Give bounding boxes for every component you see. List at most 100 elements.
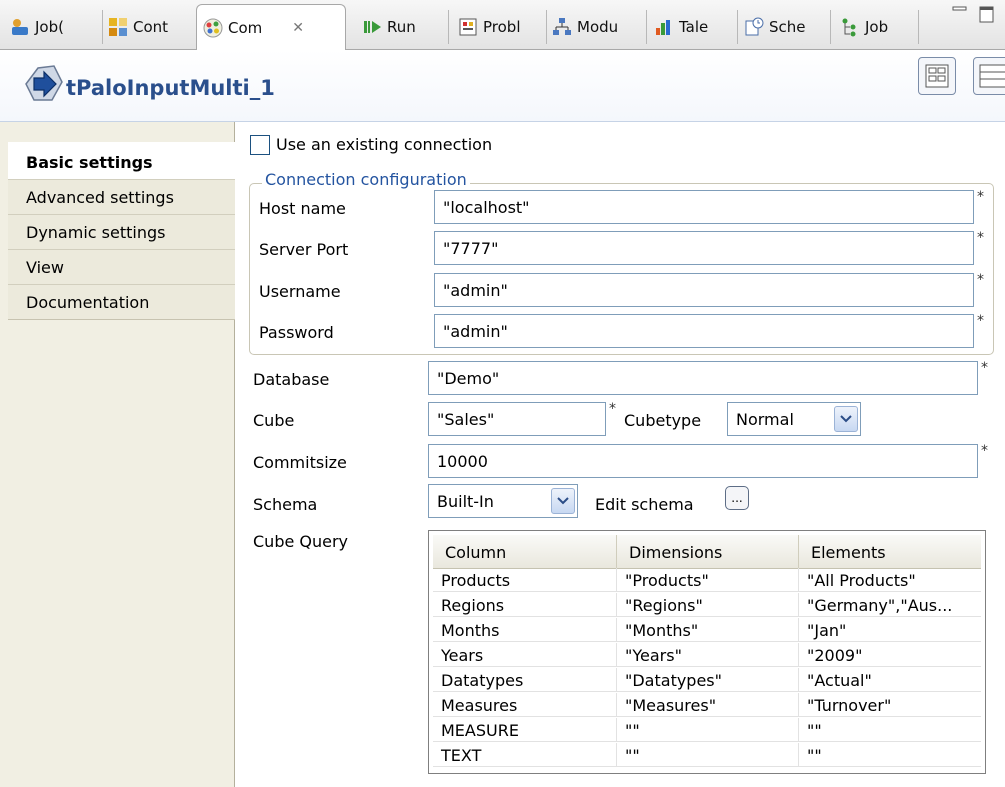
cell-column[interactable]: Regions [433, 593, 617, 617]
tab-scheduler[interactable]: Sche [744, 8, 806, 46]
contexts-icon [108, 17, 128, 37]
server-port-field[interactable]: "7777" [434, 231, 974, 265]
table-row[interactable]: MEASURE "" "" [433, 718, 981, 742]
tab-problems[interactable]: Probl [458, 8, 521, 46]
cell-column[interactable]: TEXT [433, 743, 617, 767]
tab-label: Cont [133, 18, 169, 36]
component-header: tPaloInputMulti_1 [0, 50, 1005, 122]
required-marker: * [609, 401, 616, 417]
cell-dimension[interactable]: "" [617, 743, 799, 767]
table-row[interactable]: Months "Months" "Jan" [433, 618, 981, 642]
edit-schema-button[interactable]: ... [725, 486, 749, 510]
cell-column[interactable]: Datatypes [433, 668, 617, 692]
cell-column[interactable]: MEASURE [433, 718, 617, 742]
cube-field[interactable]: "Sales" [428, 402, 606, 436]
cell-column[interactable]: Months [433, 618, 617, 642]
cell-dimension[interactable]: "Products" [617, 568, 799, 592]
cell-column[interactable]: Measures [433, 693, 617, 717]
cell-dimension[interactable]: "Measures" [617, 693, 799, 717]
password-label: Password [259, 323, 334, 342]
cell-column[interactable]: Products [433, 568, 617, 592]
schema-value: Built-In [437, 491, 494, 511]
cell-elements[interactable]: "2009" [799, 643, 981, 667]
nav-view[interactable]: View [8, 249, 235, 285]
cell-elements[interactable]: "All Products" [799, 568, 981, 592]
cell-elements[interactable]: "Jan" [799, 618, 981, 642]
nav-advanced-settings[interactable]: Advanced settings [8, 179, 235, 215]
password-field[interactable]: "admin" [434, 314, 974, 348]
nav-documentation[interactable]: Documentation [8, 284, 235, 320]
maximize-icon[interactable] [979, 6, 995, 28]
table-row[interactable]: Regions "Regions" "Germany","Aus... [433, 593, 981, 617]
settings-nav: Basic settings Advanced settings Dynamic… [0, 122, 235, 787]
cell-elements[interactable]: "Turnover" [799, 693, 981, 717]
required-marker: * [977, 189, 984, 205]
cell-dimension[interactable]: "Regions" [617, 593, 799, 617]
table-header: Column Dimensions Elements [433, 535, 981, 569]
cubetype-select[interactable]: Normal [727, 402, 861, 436]
column-header[interactable]: Column [433, 535, 617, 569]
cell-elements[interactable]: "Actual" [799, 668, 981, 692]
cell-dimension[interactable]: "Years" [617, 643, 799, 667]
schema-select[interactable]: Built-In [428, 484, 578, 518]
tab-talend[interactable]: Tale [654, 8, 708, 46]
nav-dynamic-settings[interactable]: Dynamic settings [8, 214, 235, 250]
chevron-down-icon[interactable] [551, 488, 575, 514]
tab-job-hierarchy[interactable]: Job [840, 8, 888, 46]
cell-elements[interactable]: "Germany","Aus... [799, 593, 981, 617]
database-label: Database [253, 370, 330, 389]
table-row[interactable]: Products "Products" "All Products" [433, 568, 981, 592]
required-marker: * [977, 230, 984, 246]
layout-rows-button[interactable] [973, 57, 1005, 95]
required-marker: * [981, 360, 988, 376]
table-row[interactable]: TEXT "" "" [433, 743, 981, 767]
talend-icon [654, 17, 674, 37]
schema-label: Schema [253, 495, 318, 514]
cell-column[interactable]: Years [433, 643, 617, 667]
scheduler-icon [744, 17, 764, 37]
cell-dimension[interactable]: "Months" [617, 618, 799, 642]
tab-divider [737, 10, 738, 44]
commitsize-label: Commitsize [253, 453, 347, 472]
tab-modules[interactable]: Modu [552, 8, 618, 46]
cell-elements[interactable]: "" [799, 718, 981, 742]
nav-basic-settings[interactable]: Basic settings [8, 142, 235, 182]
tab-component[interactable]: Com ✕ [196, 4, 346, 51]
tab-contexts[interactable]: Cont [108, 8, 168, 46]
close-icon[interactable]: ✕ [292, 20, 304, 36]
tab-job[interactable]: Job( [10, 8, 64, 46]
tab-divider [102, 10, 103, 44]
cube-query-table[interactable]: Column Dimensions Elements Products "Pro… [428, 530, 986, 774]
connection-configuration-legend: Connection configuration [262, 170, 470, 189]
table-row[interactable]: Years "Years" "2009" [433, 643, 981, 667]
cell-dimension[interactable]: "" [617, 718, 799, 742]
cubetype-label: Cubetype [624, 411, 702, 430]
commitsize-field[interactable]: 10000 [428, 444, 978, 478]
table-row[interactable]: Datatypes "Datatypes" "Actual" [433, 668, 981, 692]
table-row[interactable]: Measures "Measures" "Turnover" [433, 693, 981, 717]
minimize-icon[interactable] [952, 6, 968, 22]
database-field[interactable]: "Demo" [428, 361, 978, 395]
username-label: Username [259, 282, 341, 301]
server-port-label: Server Port [259, 240, 349, 259]
column-header[interactable]: Dimensions [617, 535, 799, 569]
host-name-field[interactable]: "localhost" [434, 190, 974, 224]
component-title: tPaloInputMulti_1 [66, 76, 275, 100]
component-icon [203, 18, 223, 38]
username-field[interactable]: "admin" [434, 273, 974, 307]
cubetype-value: Normal [736, 409, 794, 429]
cell-dimension[interactable]: "Datatypes" [617, 668, 799, 692]
cube-query-label: Cube Query [253, 532, 349, 551]
edit-schema-label: Edit schema [595, 495, 694, 514]
tab-label: Job( [35, 18, 64, 36]
palo-input-component-icon [22, 62, 66, 110]
cell-elements[interactable]: "" [799, 743, 981, 767]
tab-divider [830, 10, 831, 44]
chevron-down-icon[interactable] [834, 406, 858, 432]
use-existing-connection-checkbox[interactable] [250, 135, 270, 155]
layout-grid-button[interactable] [918, 57, 956, 95]
column-header[interactable]: Elements [799, 535, 981, 569]
tab-run[interactable]: Run [362, 8, 416, 46]
tab-divider [918, 10, 919, 44]
tab-label: Com [228, 19, 263, 37]
